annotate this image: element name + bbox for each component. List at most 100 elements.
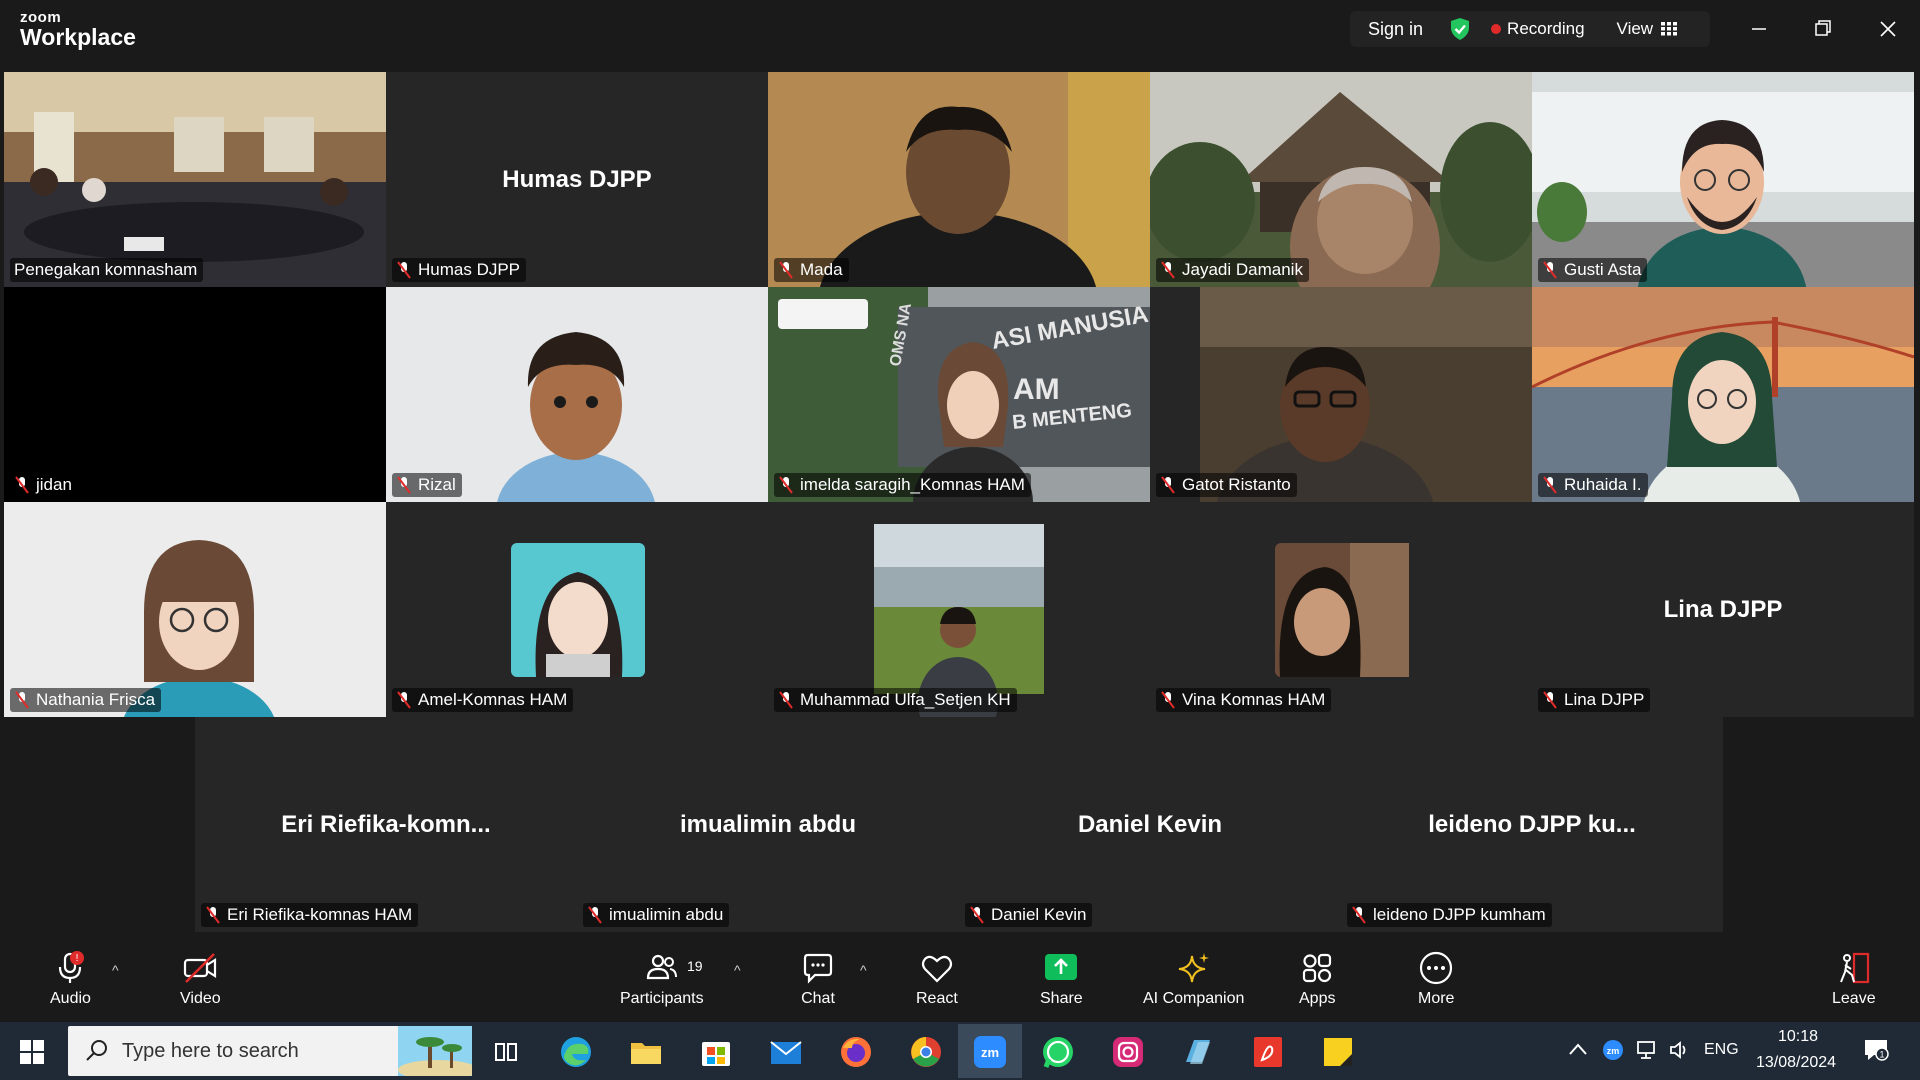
participant-big-name: leideno DJPP ku... bbox=[1428, 810, 1636, 838]
leave-button[interactable]: Leave bbox=[1832, 950, 1876, 1008]
share-button[interactable]: Share bbox=[1040, 950, 1083, 1008]
video-tile-penegakan[interactable]: Penegakan komnasham bbox=[4, 72, 386, 287]
sign-in-button[interactable]: Sign in bbox=[1368, 19, 1423, 40]
zoom-app-icon: zm bbox=[974, 1036, 1006, 1068]
video-tile-gatot[interactable]: Gatot Ristanto bbox=[1150, 287, 1532, 502]
show-hidden-icons-chevron-up-icon[interactable] bbox=[1568, 1042, 1588, 1056]
tile-name-label: Humas DJPP bbox=[392, 258, 527, 282]
video-tile-humas[interactable]: Humas DJPP Humas DJPP bbox=[386, 72, 768, 287]
windows-start-icon[interactable] bbox=[20, 1040, 44, 1064]
view-button[interactable]: View bbox=[1617, 19, 1654, 39]
sign-text-2: AM bbox=[1013, 373, 1060, 406]
tile-name-label: Jayadi Damanik bbox=[1156, 258, 1309, 282]
camera-video bbox=[768, 72, 1150, 287]
clock-time[interactable]: 10:18 bbox=[1778, 1028, 1818, 1046]
ai-companion-button[interactable]: AI Companion bbox=[1143, 950, 1244, 1008]
participant-name: imelda saragih_Komnas HAM bbox=[800, 475, 1025, 494]
edge-browser-icon[interactable] bbox=[558, 1034, 594, 1070]
video-tile-leideno[interactable]: leideno DJPP ku... leideno DJPP kumham bbox=[1341, 717, 1723, 932]
tile-name-label: Daniel Kevin bbox=[965, 903, 1093, 927]
mic-muted-icon bbox=[206, 906, 220, 924]
close-icon[interactable] bbox=[1873, 14, 1903, 44]
profile-picture bbox=[1275, 543, 1409, 677]
task-view-icon[interactable] bbox=[488, 1034, 524, 1070]
chat-options-chevron-up-icon[interactable]: ^ bbox=[860, 962, 867, 978]
top-controls: Sign in Recording View bbox=[1350, 11, 1710, 47]
sticky-notes-icon[interactable] bbox=[1320, 1034, 1356, 1070]
apps-icon bbox=[1303, 953, 1332, 983]
chat-label: Chat bbox=[801, 990, 835, 1007]
video-tile-gusti[interactable]: Gusti Asta bbox=[1532, 72, 1914, 287]
mic-muted-icon bbox=[1161, 691, 1175, 709]
mic-muted-icon bbox=[397, 476, 411, 494]
tile-name-label: imualimin abdu bbox=[583, 903, 730, 927]
video-off-icon bbox=[184, 953, 217, 983]
mail-icon[interactable] bbox=[768, 1034, 804, 1070]
video-tile-imualimin[interactable]: imualimin abdu imualimin abdu bbox=[577, 717, 959, 932]
svg-text:zm: zm bbox=[1607, 1046, 1620, 1056]
more-button[interactable]: More bbox=[1418, 950, 1454, 1008]
leave-label: Leave bbox=[1832, 990, 1876, 1007]
video-tile-eri[interactable]: Eri Riefika-komn... Eri Riefika-komnas H… bbox=[195, 717, 577, 932]
svg-text:1: 1 bbox=[1879, 1050, 1884, 1060]
participant-name: jidan bbox=[36, 475, 72, 494]
mic-muted-icon bbox=[1352, 906, 1366, 924]
video-tile-imelda[interactable]: ASI MANUSIA AM B MENTENG OMS NA imelda s… bbox=[768, 287, 1150, 502]
microsoft-store-icon[interactable] bbox=[698, 1034, 734, 1070]
pdf-reader-icon[interactable] bbox=[1250, 1034, 1286, 1070]
participant-name: Eri Riefika-komnas HAM bbox=[227, 905, 413, 924]
chat-button[interactable]: Chat bbox=[800, 950, 836, 1008]
video-tile-amel[interactable]: Amel-Komnas HAM bbox=[386, 502, 768, 717]
tile-name-label: Gatot Ristanto bbox=[1156, 473, 1297, 497]
instagram-icon[interactable] bbox=[1110, 1034, 1146, 1070]
tile-name-label: Ruhaida I. bbox=[1538, 473, 1648, 497]
ms-store-app-icon[interactable] bbox=[1180, 1034, 1216, 1070]
sparkle-icon bbox=[1178, 953, 1209, 983]
video-tile-daniel[interactable]: Daniel Kevin Daniel Kevin bbox=[959, 717, 1341, 932]
file-explorer-icon[interactable] bbox=[628, 1034, 664, 1070]
video-tile-mada[interactable]: Mada bbox=[768, 72, 1150, 287]
video-tile-ruhaida[interactable]: Ruhaida I. bbox=[1532, 287, 1914, 502]
video-tile-rizal[interactable]: Rizal bbox=[386, 287, 768, 502]
chrome-icon[interactable] bbox=[908, 1034, 944, 1070]
participant-name: Daniel Kevin bbox=[991, 905, 1087, 924]
mic-muted-icon bbox=[15, 691, 29, 709]
search-highlight-image bbox=[398, 1026, 472, 1076]
search-icon bbox=[86, 1040, 107, 1061]
apps-button[interactable]: Apps bbox=[1299, 950, 1335, 1008]
restore-icon[interactable] bbox=[1808, 14, 1838, 44]
mic-muted-icon bbox=[397, 691, 411, 709]
video-tile-muhammad[interactable]: Muhammad Ulfa_Setjen KH bbox=[768, 502, 1150, 717]
tile-name-label: Vina Komnas HAM bbox=[1156, 688, 1332, 712]
taskbar-search-box[interactable]: Type here to search bbox=[68, 1026, 472, 1076]
volume-icon[interactable] bbox=[1668, 1039, 1692, 1061]
tile-name-label: jidan bbox=[10, 473, 78, 497]
zoom-tray-icon[interactable]: zm bbox=[1602, 1039, 1624, 1061]
video-tile-jidan[interactable]: jidan bbox=[4, 287, 386, 502]
audio-button[interactable]: ! Audio bbox=[50, 950, 91, 1008]
video-tile-jayadi[interactable]: Jayadi Damanik bbox=[1150, 72, 1532, 287]
video-tile-nathania[interactable]: Nathania Frisca bbox=[4, 502, 386, 717]
video-tile-vina[interactable]: Vina Komnas HAM bbox=[1150, 502, 1532, 717]
audio-options-chevron-up-icon[interactable]: ^ bbox=[112, 962, 119, 978]
mic-muted-icon bbox=[779, 691, 793, 709]
tile-name-label: Nathania Frisca bbox=[10, 688, 162, 712]
language-indicator[interactable]: ENG bbox=[1704, 1041, 1739, 1059]
video-button[interactable]: Video bbox=[180, 950, 221, 1008]
ai-companion-label: AI Companion bbox=[1143, 990, 1245, 1007]
camera-video bbox=[1200, 287, 1532, 502]
minimize-icon[interactable] bbox=[1744, 14, 1774, 44]
grid-icon[interactable] bbox=[1661, 22, 1678, 36]
recording-label[interactable]: Recording bbox=[1507, 19, 1585, 39]
network-icon[interactable] bbox=[1636, 1039, 1660, 1061]
whatsapp-icon[interactable] bbox=[1040, 1034, 1076, 1070]
mic-muted-icon bbox=[1161, 476, 1175, 494]
participants-options-chevron-up-icon[interactable]: ^ bbox=[734, 962, 741, 978]
shield-check-icon[interactable] bbox=[1449, 17, 1471, 41]
zoom-taskbar-active[interactable]: zm bbox=[958, 1024, 1022, 1078]
react-button[interactable]: React bbox=[916, 950, 958, 1008]
video-tile-lina[interactable]: Lina DJPP Lina DJPP bbox=[1532, 502, 1914, 717]
firefox-icon[interactable] bbox=[838, 1034, 874, 1070]
notifications-icon[interactable]: 1 bbox=[1862, 1037, 1890, 1063]
clock-date[interactable]: 13/08/2024 bbox=[1756, 1054, 1836, 1072]
